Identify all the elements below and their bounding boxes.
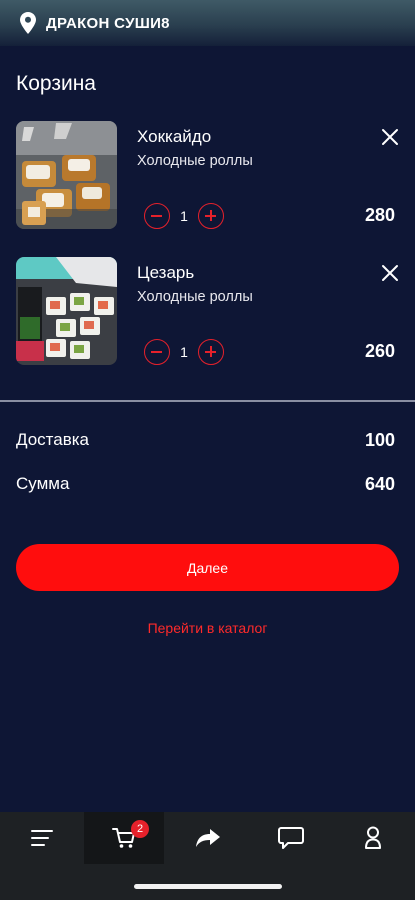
divider <box>0 400 415 402</box>
go-to-catalog-link[interactable]: Перейти в каталог <box>0 620 415 636</box>
product-image <box>16 257 117 365</box>
quantity-stepper: 1 <box>144 203 224 229</box>
cart-item: Цезарь Холодные роллы 1 260 <box>0 257 415 369</box>
nav-chat[interactable] <box>251 812 331 864</box>
nav-profile[interactable] <box>333 812 413 864</box>
total-value: 640 <box>364 474 395 494</box>
item-price: 260 <box>364 341 395 361</box>
nav-share[interactable] <box>168 812 248 864</box>
nav-menu[interactable] <box>2 812 82 864</box>
cart-item: Хоккайдо Холодные роллы 1 280 <box>0 121 415 233</box>
total-label: Сумма <box>16 474 70 493</box>
profile-icon <box>365 826 381 849</box>
next-button[interactable]: Далее <box>16 544 399 591</box>
remove-item-icon[interactable] <box>380 263 400 283</box>
delivery-value: 100 <box>364 430 395 450</box>
decrease-quantity-button[interactable] <box>144 203 170 229</box>
chat-icon <box>278 827 304 849</box>
quantity-value: 1 <box>180 344 188 360</box>
increase-quantity-button[interactable] <box>198 339 224 365</box>
quantity-stepper: 1 <box>144 339 224 365</box>
total-row: Сумма 640 <box>16 474 395 495</box>
restaurant-name[interactable]: ДРАКОН СУШИ8 <box>46 15 170 32</box>
app-header: ДРАКОН СУШИ8 <box>0 0 415 46</box>
remove-item-icon[interactable] <box>380 127 400 147</box>
item-price: 280 <box>364 205 395 225</box>
product-name: Хоккайдо <box>137 127 212 146</box>
delivery-label: Доставка <box>16 430 90 449</box>
quantity-value: 1 <box>180 208 188 224</box>
menu-icon <box>31 830 53 846</box>
share-icon <box>196 829 220 847</box>
increase-quantity-button[interactable] <box>198 203 224 229</box>
cart-count-badge: 2 <box>131 820 149 838</box>
decrease-quantity-button[interactable] <box>144 339 170 365</box>
product-image <box>16 121 117 229</box>
product-category: Холодные роллы <box>137 289 253 305</box>
nav-cart[interactable]: 2 <box>84 812 164 864</box>
product-category: Холодные роллы <box>137 153 253 169</box>
product-name: Цезарь <box>137 263 195 282</box>
location-pin-icon[interactable] <box>20 12 36 34</box>
home-indicator[interactable] <box>134 884 282 889</box>
delivery-row: Доставка 100 <box>16 430 395 451</box>
page-title: Корзина <box>16 72 96 95</box>
